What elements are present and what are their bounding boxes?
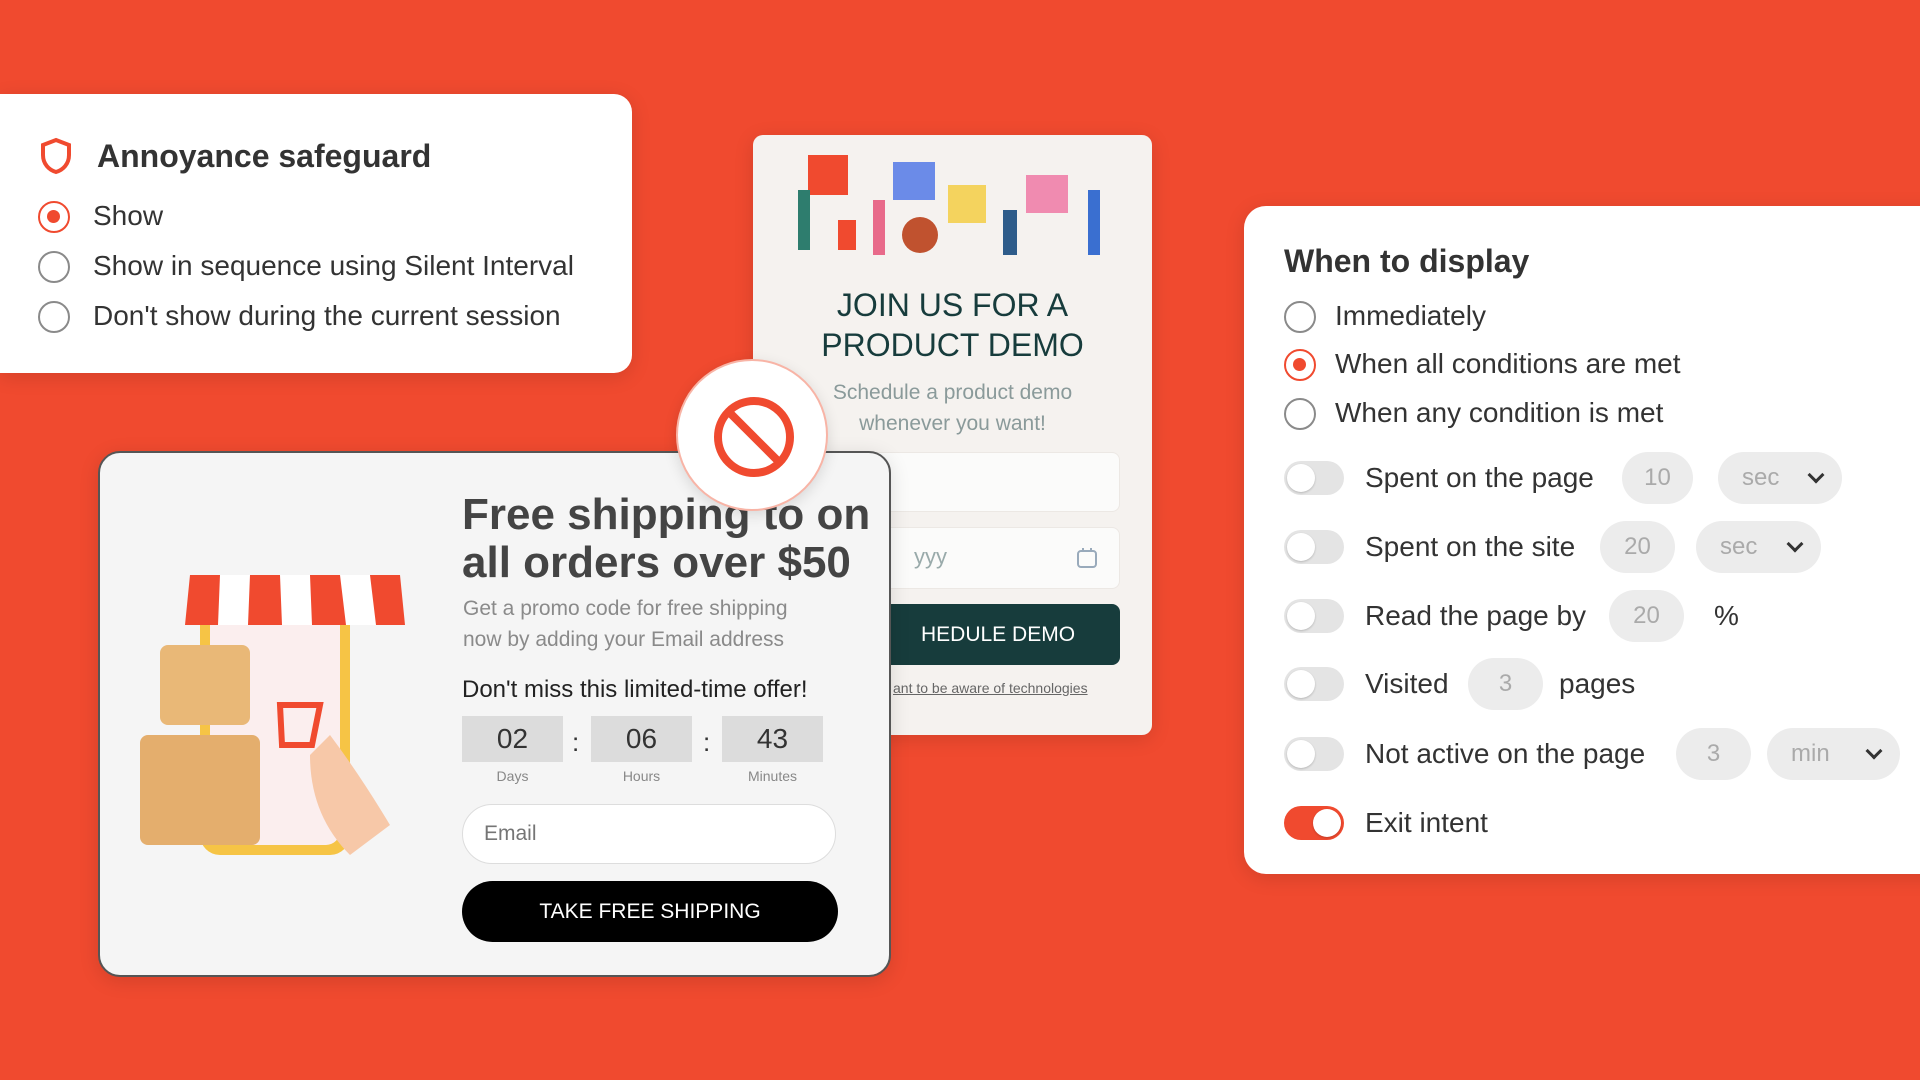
read-page-input[interactable]: 20 [1609, 590, 1684, 642]
visited-unit: pages [1559, 668, 1636, 699]
countdown-minutes: 43 [722, 716, 823, 762]
countdown-hours-label: Hours [622, 768, 661, 784]
countdown-separator: : [703, 727, 711, 757]
toggle-spent-on-page[interactable] [1284, 461, 1344, 495]
demo-heading-line1: JOIN US FOR A [836, 287, 1069, 323]
toggle-visited[interactable] [1284, 667, 1344, 701]
radio-label-immediately: Immediately [1335, 300, 1486, 331]
countdown-hours: 06 [591, 716, 692, 762]
radio-label-all-conditions: When all conditions are met [1335, 348, 1681, 379]
unit-value: sec [1720, 533, 1758, 560]
shield-icon [41, 137, 71, 175]
when-to-display-card: When to display Immediately When all con… [1244, 206, 1920, 874]
puzzle-illustration [798, 155, 1100, 255]
read-page-unit: % [1714, 600, 1739, 631]
radio-label-sequence: Show in sequence using Silent Interval [93, 250, 574, 281]
email-input[interactable] [462, 804, 836, 864]
toggle-exit-intent[interactable] [1284, 806, 1344, 840]
demo-heading-line2: PRODUCT DEMO [821, 327, 1084, 363]
countdown-days: 02 [462, 716, 563, 762]
radio-label-any-condition: When any condition is met [1335, 397, 1664, 428]
safeguard-title: Annoyance safeguard [97, 138, 432, 174]
unit-value: sec [1742, 464, 1780, 491]
label-exit-intent: Exit intent [1365, 807, 1488, 838]
toggle-not-active[interactable] [1284, 737, 1344, 771]
technologies-link[interactable]: ant to be aware of technologies [893, 680, 1088, 696]
label-spent-on-site: Spent on the site [1365, 531, 1576, 562]
label-not-active: Not active on the page [1365, 738, 1646, 769]
label-spent-on-page: Spent on the page [1365, 462, 1594, 493]
radio-show-in-sequence[interactable] [38, 251, 70, 283]
schedule-demo-label: HEDULE DEMO [921, 622, 1076, 646]
radio-all-conditions[interactable] [1284, 349, 1316, 381]
annoyance-safeguard-card: Annoyance safeguard Show Show in sequenc… [0, 94, 632, 373]
display-title: When to display [1284, 243, 1530, 279]
label-read-page: Read the page by [1365, 600, 1587, 631]
shop-cart-illustration [140, 575, 405, 855]
countdown-separator: : [572, 727, 580, 757]
chevron-down-icon [1807, 466, 1825, 484]
chevron-down-icon [1865, 742, 1883, 760]
label-visited: Visited [1365, 668, 1449, 699]
shipping-subtext-line2: now by adding your Email address [463, 628, 785, 651]
visited-input[interactable]: 3 [1468, 658, 1543, 710]
radio-label-dont-show: Don't show during the current session [93, 300, 561, 331]
block-icon [676, 359, 828, 511]
spent-on-site-unit-select[interactable]: sec [1696, 521, 1821, 573]
unit-value: min [1791, 740, 1830, 767]
not-active-unit-select[interactable]: min [1767, 728, 1900, 780]
spent-on-page-input[interactable]: 10 [1622, 452, 1693, 504]
take-free-shipping-label: TAKE FREE SHIPPING [539, 899, 761, 923]
shipping-heading-line1: Free shipping to on [462, 490, 871, 539]
countdown-days-label: Days [496, 768, 529, 784]
radio-dont-show[interactable] [38, 301, 70, 333]
radio-show[interactable] [38, 201, 70, 233]
not-active-input[interactable]: 3 [1676, 728, 1751, 780]
take-free-shipping-button[interactable]: TAKE FREE SHIPPING [462, 881, 838, 942]
spent-on-page-unit-select[interactable]: sec [1718, 452, 1842, 504]
toggle-spent-on-site[interactable] [1284, 530, 1344, 564]
calendar-icon [1077, 548, 1097, 568]
spent-on-site-input[interactable]: 20 [1600, 521, 1675, 573]
limited-offer-text: Don't miss this limited-time offer! [462, 676, 808, 703]
shipping-heading-line2: all orders over $50 [462, 538, 851, 587]
radio-any-condition[interactable] [1284, 398, 1316, 430]
shipping-subtext-line1: Get a promo code for free shipping [463, 597, 788, 620]
countdown-minutes-label: Minutes [747, 768, 798, 784]
toggle-read-page[interactable] [1284, 599, 1344, 633]
radio-immediately[interactable] [1284, 301, 1316, 333]
date-placeholder: yyy [914, 544, 947, 569]
radio-label-show: Show [93, 200, 164, 231]
chevron-down-icon [1786, 535, 1804, 553]
